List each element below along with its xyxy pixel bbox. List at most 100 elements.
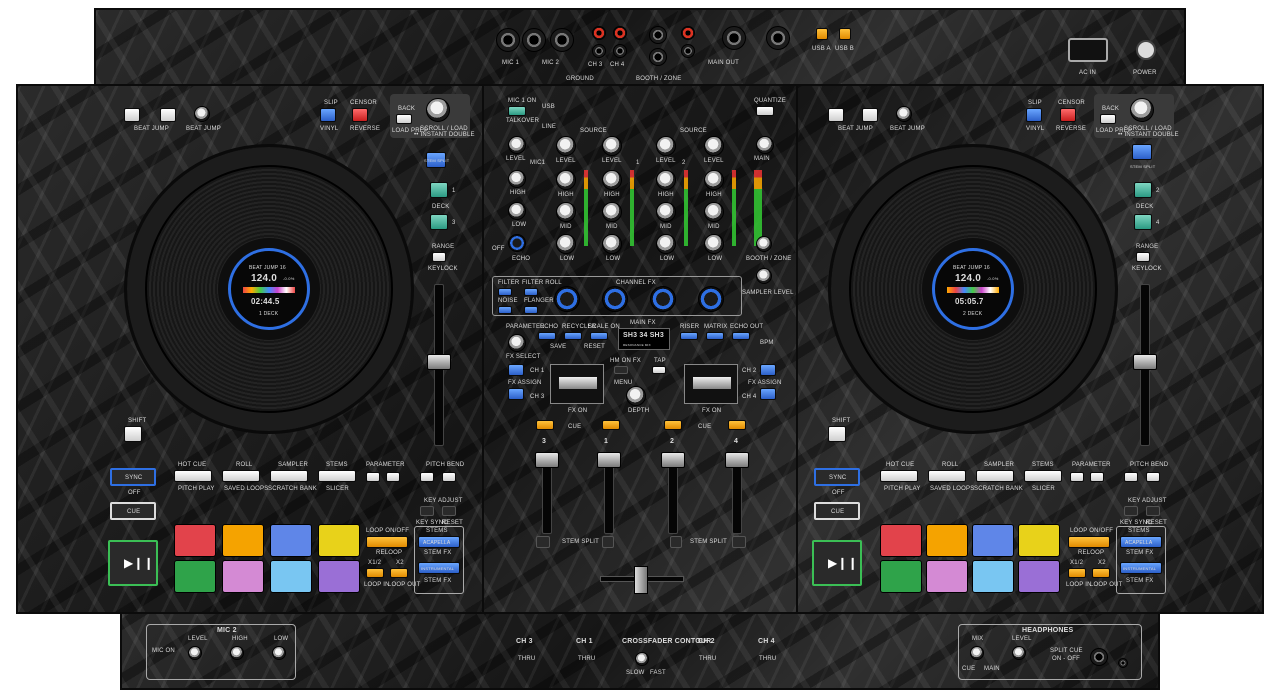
ch4-fx-knob[interactable]: [698, 286, 724, 312]
main-out-xlr-r[interactable]: [766, 26, 790, 50]
scale-on-button[interactable]: [590, 332, 608, 340]
right-cue-button[interactable]: CUE: [814, 502, 860, 520]
right-pad-3[interactable]: [972, 524, 1014, 557]
left-pitch-bend-minus-button[interactable]: [420, 472, 434, 482]
fx-fader-left[interactable]: [550, 364, 604, 404]
right-pitch-fader-cap[interactable]: [1133, 354, 1157, 370]
right-slip-button[interactable]: [1026, 108, 1042, 122]
mic2-level-knob[interactable]: [188, 646, 202, 660]
right-pad-7[interactable]: [972, 560, 1014, 593]
left-sync-button[interactable]: SYNC: [110, 468, 156, 486]
ch4-fader-cap[interactable]: [725, 452, 749, 468]
crossfader-contour-knob[interactable]: [635, 652, 649, 666]
right-stems-button[interactable]: [1024, 470, 1062, 482]
depth-knob[interactable]: [626, 386, 646, 406]
left-cue-button[interactable]: CUE: [110, 502, 156, 520]
right-instrumental-button[interactable]: INSTRUMENTAL: [1120, 562, 1162, 574]
right-sync-button[interactable]: SYNC: [814, 468, 860, 486]
left-instrumental-button[interactable]: INSTRUMENTAL: [418, 562, 460, 574]
ch1-gain-knob[interactable]: [602, 136, 622, 156]
mic1-jack[interactable]: [496, 28, 520, 52]
right-loop-in-button[interactable]: [1068, 568, 1086, 578]
ch3-rca-right[interactable]: [592, 44, 606, 58]
right-pad-5[interactable]: [880, 560, 922, 593]
usb-b-port[interactable]: [839, 28, 851, 40]
left-parameter-plus-button[interactable]: [386, 472, 400, 482]
left-key-sync-button[interactable]: [420, 506, 434, 516]
left-deck1-button[interactable]: [430, 182, 448, 198]
right-key-sync-button[interactable]: [1124, 506, 1138, 516]
right-range-button[interactable]: [1136, 252, 1150, 262]
right-sampler-button[interactable]: [976, 470, 1014, 482]
flanger-button[interactable]: [524, 306, 538, 314]
cue-ch3-button[interactable]: [536, 420, 554, 430]
ch2-high-knob[interactable]: [656, 170, 676, 190]
left-pad-7[interactable]: [270, 560, 312, 593]
hp-mix-knob[interactable]: [970, 646, 984, 660]
left-pad-6[interactable]: [222, 560, 264, 593]
right-loop-on-off-button[interactable]: [1068, 536, 1110, 548]
booth-zone-knob[interactable]: [756, 236, 772, 252]
recycler-button[interactable]: [564, 332, 582, 340]
right-hot-cue-button[interactable]: [880, 470, 918, 482]
ch1-fader-cap[interactable]: [597, 452, 621, 468]
ch1-low-knob[interactable]: [602, 234, 622, 254]
filter-button[interactable]: [498, 288, 512, 296]
right-pad-4[interactable]: [1018, 524, 1060, 557]
hp-level-knob[interactable]: [1012, 646, 1026, 660]
right-deck2-button[interactable]: [1134, 182, 1152, 198]
right-parameter-minus-button[interactable]: [1070, 472, 1084, 482]
fx-fader-right[interactable]: [684, 364, 738, 404]
booth-jack-a[interactable]: [649, 26, 667, 44]
power-button[interactable]: [1136, 40, 1156, 60]
booth-jack-b[interactable]: [649, 48, 667, 66]
left-acapella-button[interactable]: ACAPELLA: [418, 536, 460, 548]
fx-ch2-button[interactable]: [760, 364, 776, 376]
left-loop-on-off-button[interactable]: [366, 536, 408, 548]
right-pad-2[interactable]: [926, 524, 968, 557]
left-range-button[interactable]: [432, 252, 446, 262]
ch3-gain-knob[interactable]: [556, 136, 576, 156]
left-play-pause-button[interactable]: ▶❙❙: [108, 540, 158, 586]
left-pad-8[interactable]: [318, 560, 360, 593]
parameter-knob[interactable]: [508, 334, 526, 352]
right-pitch-bend-plus-button[interactable]: [1146, 472, 1160, 482]
fx-fader-right-cap[interactable]: [693, 377, 731, 389]
fx-fader-left-cap[interactable]: [559, 377, 597, 389]
left-beat-jump-back-button[interactable]: [124, 108, 140, 122]
main-out-rca-a[interactable]: [681, 26, 695, 40]
mic1-high-knob[interactable]: [508, 170, 526, 188]
left-pad-4[interactable]: [318, 524, 360, 557]
left-pad-2[interactable]: [222, 524, 264, 557]
quantize-button[interactable]: [756, 106, 774, 116]
right-pad-1[interactable]: [880, 524, 922, 557]
mic1-level-knob[interactable]: [508, 136, 526, 154]
stem-split-right-button[interactable]: [732, 536, 746, 548]
ch4-gain-knob[interactable]: [704, 136, 724, 156]
ac-in-socket[interactable]: [1068, 38, 1108, 62]
left-stems-button[interactable]: [318, 470, 356, 482]
ch2-low-knob[interactable]: [656, 234, 676, 254]
headphone-jack[interactable]: [1090, 648, 1108, 666]
left-beat-jump-length-knob[interactable]: [194, 106, 210, 122]
left-sampler-button[interactable]: [270, 470, 308, 482]
stem-split-right-edit[interactable]: [670, 536, 682, 548]
headphone-mini-jack[interactable]: [1118, 658, 1128, 668]
ch2-fx-knob[interactable]: [650, 286, 676, 312]
ch1-mid-knob[interactable]: [602, 202, 622, 222]
cue-ch2-button[interactable]: [664, 420, 682, 430]
ch2-mid-knob[interactable]: [656, 202, 676, 222]
main-out-xlr-l[interactable]: [722, 26, 746, 50]
right-parameter-plus-button[interactable]: [1090, 472, 1104, 482]
filter-roll-button[interactable]: [524, 288, 538, 296]
echo-out-button[interactable]: [732, 332, 750, 340]
ch3-high-knob[interactable]: [556, 170, 576, 190]
stem-split-left-button[interactable]: [536, 536, 550, 548]
cue-ch4-button[interactable]: [728, 420, 746, 430]
ch3-low-knob[interactable]: [556, 234, 576, 254]
noise-button[interactable]: [498, 306, 512, 314]
left-pitch-bend-plus-button[interactable]: [442, 472, 456, 482]
left-deck3-button[interactable]: [430, 214, 448, 230]
right-scroll-load-knob[interactable]: [1130, 98, 1154, 122]
ch1-high-knob[interactable]: [602, 170, 622, 190]
